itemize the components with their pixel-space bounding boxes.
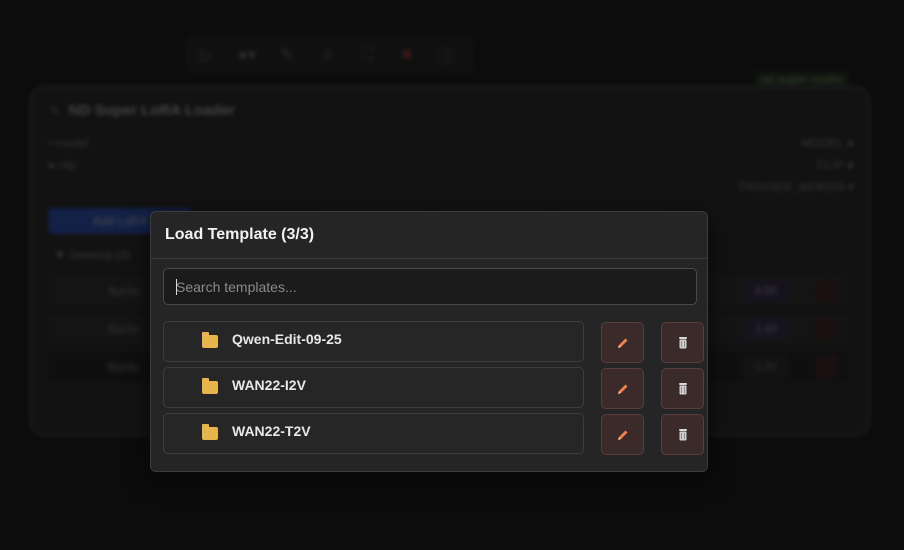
- template-name: WAN22-I2V: [232, 377, 306, 393]
- folder-icon: [202, 332, 218, 348]
- template-item[interactable]: WAN22-T2V: [163, 413, 584, 454]
- delete-template-button[interactable]: [661, 414, 704, 455]
- pencil-icon: [617, 384, 627, 394]
- delete-template-button[interactable]: [661, 322, 704, 363]
- folder-icon: [202, 424, 218, 440]
- search-input[interactable]: [163, 268, 697, 305]
- edit-template-button[interactable]: [601, 322, 644, 363]
- template-name: Qwen-Edit-09-25: [232, 331, 342, 347]
- pencil-icon: [617, 338, 627, 348]
- trash-icon: [678, 428, 687, 440]
- edit-template-button[interactable]: [601, 414, 644, 455]
- trash-icon: [678, 382, 687, 394]
- text-caret: [176, 279, 177, 295]
- dialog-title: Load Template (3/3): [151, 212, 707, 259]
- edit-template-button[interactable]: [601, 368, 644, 409]
- pencil-icon: [617, 430, 627, 440]
- folder-icon: [202, 378, 218, 394]
- trash-icon: [678, 336, 687, 348]
- template-name: WAN22-T2V: [232, 423, 311, 439]
- load-template-dialog: Load Template (3/3) Qwen-Edit-09-25 WAN2…: [150, 211, 708, 472]
- template-item[interactable]: WAN22-I2V: [163, 367, 584, 408]
- template-item[interactable]: Qwen-Edit-09-25: [163, 321, 584, 362]
- delete-template-button[interactable]: [661, 368, 704, 409]
